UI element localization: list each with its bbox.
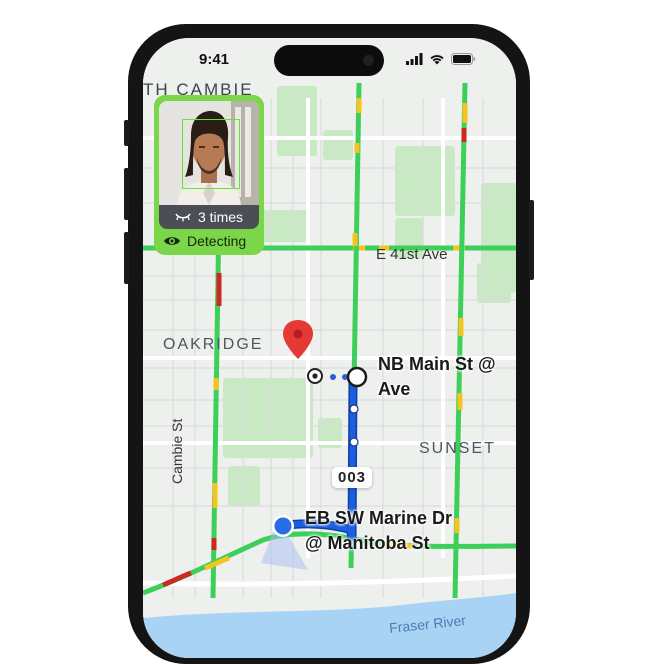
blink-count-text: 3 times	[197, 209, 244, 225]
end-stop-label[interactable]: NB Main St @ Ave	[378, 352, 496, 402]
status-icons	[406, 52, 476, 66]
driver-camera-feed	[159, 101, 259, 205]
status-time: 9:41	[199, 51, 230, 68]
volume-up-button	[124, 168, 129, 220]
blink-counter: 3 times	[159, 205, 259, 229]
detection-status: Detecting	[159, 230, 265, 252]
status-bar: 9:41	[143, 38, 516, 82]
power-button	[529, 200, 534, 280]
area-label-sunset: SUNSET	[419, 440, 496, 457]
signal-icon	[406, 53, 423, 65]
silent-switch	[124, 120, 129, 146]
route-number-badge[interactable]: 003	[332, 467, 373, 488]
start-stop-line1: EB SW Marine Dr	[305, 508, 453, 528]
area-label-oakridge: OAKRIDGE	[163, 336, 264, 353]
start-stop-line2: @ Manitoba St	[305, 533, 430, 553]
battery-icon	[451, 53, 476, 65]
start-stop-label[interactable]: EB SW Marine Dr @ Manitoba St	[305, 506, 452, 556]
street-label-e41st: E 41st Ave	[376, 246, 448, 263]
street-label-cambie: Cambie St	[169, 418, 185, 484]
face-detection-box	[182, 119, 240, 189]
eye-icon	[164, 237, 180, 245]
end-stop-line1: NB Main St @	[378, 354, 496, 374]
destination-target-icon	[307, 368, 323, 384]
end-stop-marker	[346, 366, 368, 388]
dynamic-island	[274, 45, 384, 76]
end-stop-line2: Ave	[378, 379, 411, 399]
volume-down-button	[124, 232, 129, 284]
closed-eye-icon	[175, 213, 191, 222]
detection-status-text: Detecting	[187, 233, 247, 249]
driver-detection-card[interactable]: 3 times Detecting	[154, 95, 264, 255]
wifi-icon	[430, 55, 444, 65]
phone-screen: TH CAMBIE OAKRIDGE SUNSET E 41st Ave Cam…	[143, 38, 516, 658]
